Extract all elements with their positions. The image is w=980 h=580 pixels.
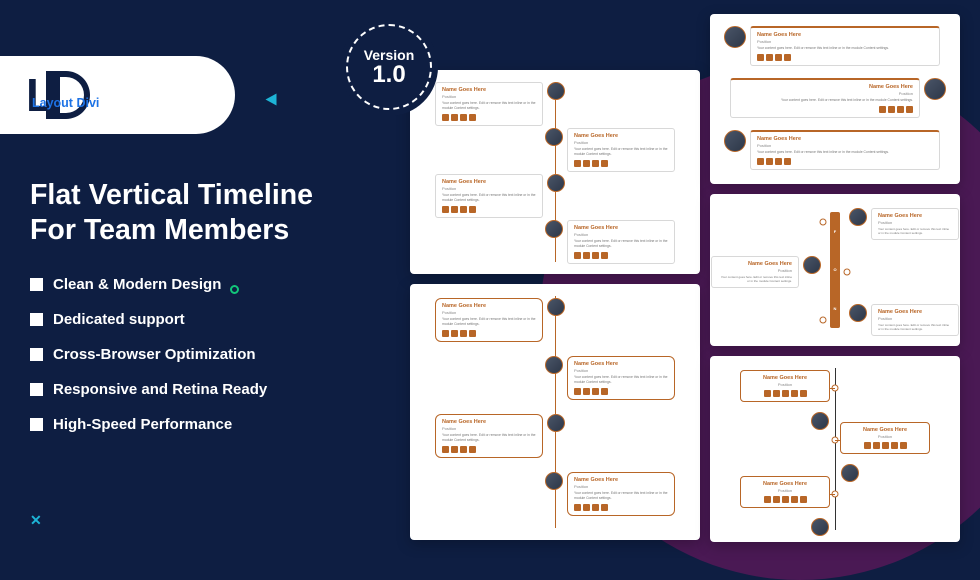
timeline-entry: Name Goes Here Position Your content goe… xyxy=(545,356,675,400)
member-card: Name Goes Here Position Your content goe… xyxy=(435,298,543,342)
decorative-x-icon: ✕ xyxy=(30,512,42,529)
timeline-entry: Name Goes Here Position Your content goe… xyxy=(724,130,940,170)
heading-line-2: For Team Members xyxy=(30,213,313,248)
heading-line-1: Flat Vertical Timeline xyxy=(30,178,313,213)
timeline-line xyxy=(835,368,836,530)
feature-label: High-Speed Performance xyxy=(53,416,232,433)
avatar xyxy=(545,356,563,374)
member-card: Name Goes Here Position Your content goe… xyxy=(750,26,940,66)
feature-label: Dedicated support xyxy=(53,311,185,328)
avatar xyxy=(547,82,565,100)
timeline-entry: Name Goes Here Position Your content goe… xyxy=(435,298,565,342)
member-card: Name Goes Here Position Your content goe… xyxy=(750,130,940,170)
preview-gallery: Name Goes Here Position Your content goe… xyxy=(410,14,966,542)
member-card: Name Goes Here Position Your content goe… xyxy=(567,220,675,264)
member-card: Name Goes Here Position xyxy=(740,476,830,508)
feature-item: Responsive and Retina Ready xyxy=(30,381,267,398)
member-desc: Your content goes here. Edit or remove t… xyxy=(442,101,536,111)
avatar xyxy=(724,26,746,48)
feature-label: Responsive and Retina Ready xyxy=(53,381,267,398)
avatar xyxy=(547,174,565,192)
preview-card-4: FON Name Goes Here Position Your content… xyxy=(710,194,960,346)
member-card: Name Goes Here Position Your content goe… xyxy=(871,208,959,240)
preview-card-2: Name Goes Here Position Your content goe… xyxy=(410,284,700,540)
avatar xyxy=(924,78,946,100)
member-desc: Your content goes here. Edit or remove t… xyxy=(574,147,668,157)
avatar xyxy=(547,298,565,316)
timeline-rail: FON xyxy=(830,212,840,328)
member-name: Name Goes Here xyxy=(574,133,668,139)
avatar xyxy=(545,472,563,490)
avatar xyxy=(547,414,565,432)
avatar xyxy=(811,412,829,430)
feature-label: Clean & Modern Design xyxy=(53,276,221,293)
preview-card-3: Name Goes Here Position Your content goe… xyxy=(710,14,960,184)
social-icon[interactable] xyxy=(442,114,449,121)
bullet-icon xyxy=(30,383,43,396)
timeline-node-icon xyxy=(820,317,827,324)
timeline-node-icon xyxy=(844,269,851,276)
decorative-triangle-icon xyxy=(266,94,277,106)
avatar xyxy=(849,208,867,226)
timeline-entry: Name Goes Here Position Your content goe… xyxy=(435,174,565,218)
version-number: 1.0 xyxy=(372,63,405,87)
member-card: Name Goes Here Position Your content goe… xyxy=(435,414,543,458)
member-position: Position xyxy=(442,94,536,99)
logo-mark-d xyxy=(46,71,90,119)
feature-item: Cross-Browser Optimization xyxy=(30,346,267,363)
timeline-entry: Name Goes Here Position Your content goe… xyxy=(545,128,675,172)
logo-subtext: Layout Divi xyxy=(32,96,99,110)
timeline-entry: Name Goes Here Position Your content goe… xyxy=(849,304,959,336)
timeline-entry: Name Goes Here Position Your content goe… xyxy=(435,82,565,126)
avatar xyxy=(545,220,563,238)
member-card: Name Goes Here Position Your content goe… xyxy=(567,356,675,400)
social-icon[interactable] xyxy=(460,114,467,121)
member-card: Name Goes Here Position Your content goe… xyxy=(711,256,799,288)
avatar xyxy=(849,304,867,322)
timeline-entry: Name Goes Here Position Your content goe… xyxy=(730,78,946,118)
brand-logo: L Layout Divi xyxy=(0,56,235,134)
preview-card-5: Name Goes Here Position Name Goes Here P… xyxy=(710,356,960,542)
avatar xyxy=(545,128,563,146)
timeline-node-icon xyxy=(820,219,827,226)
member-card: Name Goes Here Position Your content goe… xyxy=(435,82,543,126)
social-icon[interactable] xyxy=(469,114,476,121)
feature-item: High-Speed Performance xyxy=(30,416,267,433)
avatar xyxy=(841,464,859,482)
bullet-icon xyxy=(30,278,43,291)
preview-card-1: Name Goes Here Position Your content goe… xyxy=(410,70,700,274)
member-card: Name Goes Here Position Your content goe… xyxy=(435,174,543,218)
member-card: Name Goes Here Position xyxy=(740,370,830,402)
member-card: Name Goes Here Position Your content goe… xyxy=(567,472,675,516)
member-card: Name Goes Here Position Your content goe… xyxy=(730,78,920,118)
timeline-entry: Name Goes Here Position Your content goe… xyxy=(545,220,675,264)
feature-item: Clean & Modern Design xyxy=(30,276,267,293)
timeline-entry: Name Goes Here Position Your content goe… xyxy=(724,26,940,66)
bullet-icon xyxy=(30,313,43,326)
member-card: Name Goes Here Position Your content goe… xyxy=(871,304,959,336)
avatar xyxy=(811,518,829,536)
timeline-entry: Name Goes Here Position Your content goe… xyxy=(545,472,675,516)
bullet-icon xyxy=(30,418,43,431)
page-title: Flat Vertical Timeline For Team Members xyxy=(30,178,313,248)
avatar xyxy=(724,130,746,152)
social-icon[interactable] xyxy=(451,114,458,121)
social-icons xyxy=(442,114,536,121)
bullet-icon xyxy=(30,348,43,361)
timeline-entry: Name Goes Here Position Your content goe… xyxy=(711,256,821,288)
timeline-entry: Name Goes Here Position Your content goe… xyxy=(849,208,959,240)
member-card: Name Goes Here Position xyxy=(840,422,930,454)
member-card: Name Goes Here Position Your content goe… xyxy=(567,128,675,172)
feature-list: Clean & Modern Design Dedicated support … xyxy=(30,276,267,451)
timeline-entry: Name Goes Here Position Your content goe… xyxy=(435,414,565,458)
avatar xyxy=(803,256,821,274)
member-name: Name Goes Here xyxy=(442,87,536,93)
version-badge: Version 1.0 xyxy=(346,24,432,110)
member-position: Position xyxy=(574,140,668,145)
feature-label: Cross-Browser Optimization xyxy=(53,346,256,363)
feature-item: Dedicated support xyxy=(30,311,267,328)
